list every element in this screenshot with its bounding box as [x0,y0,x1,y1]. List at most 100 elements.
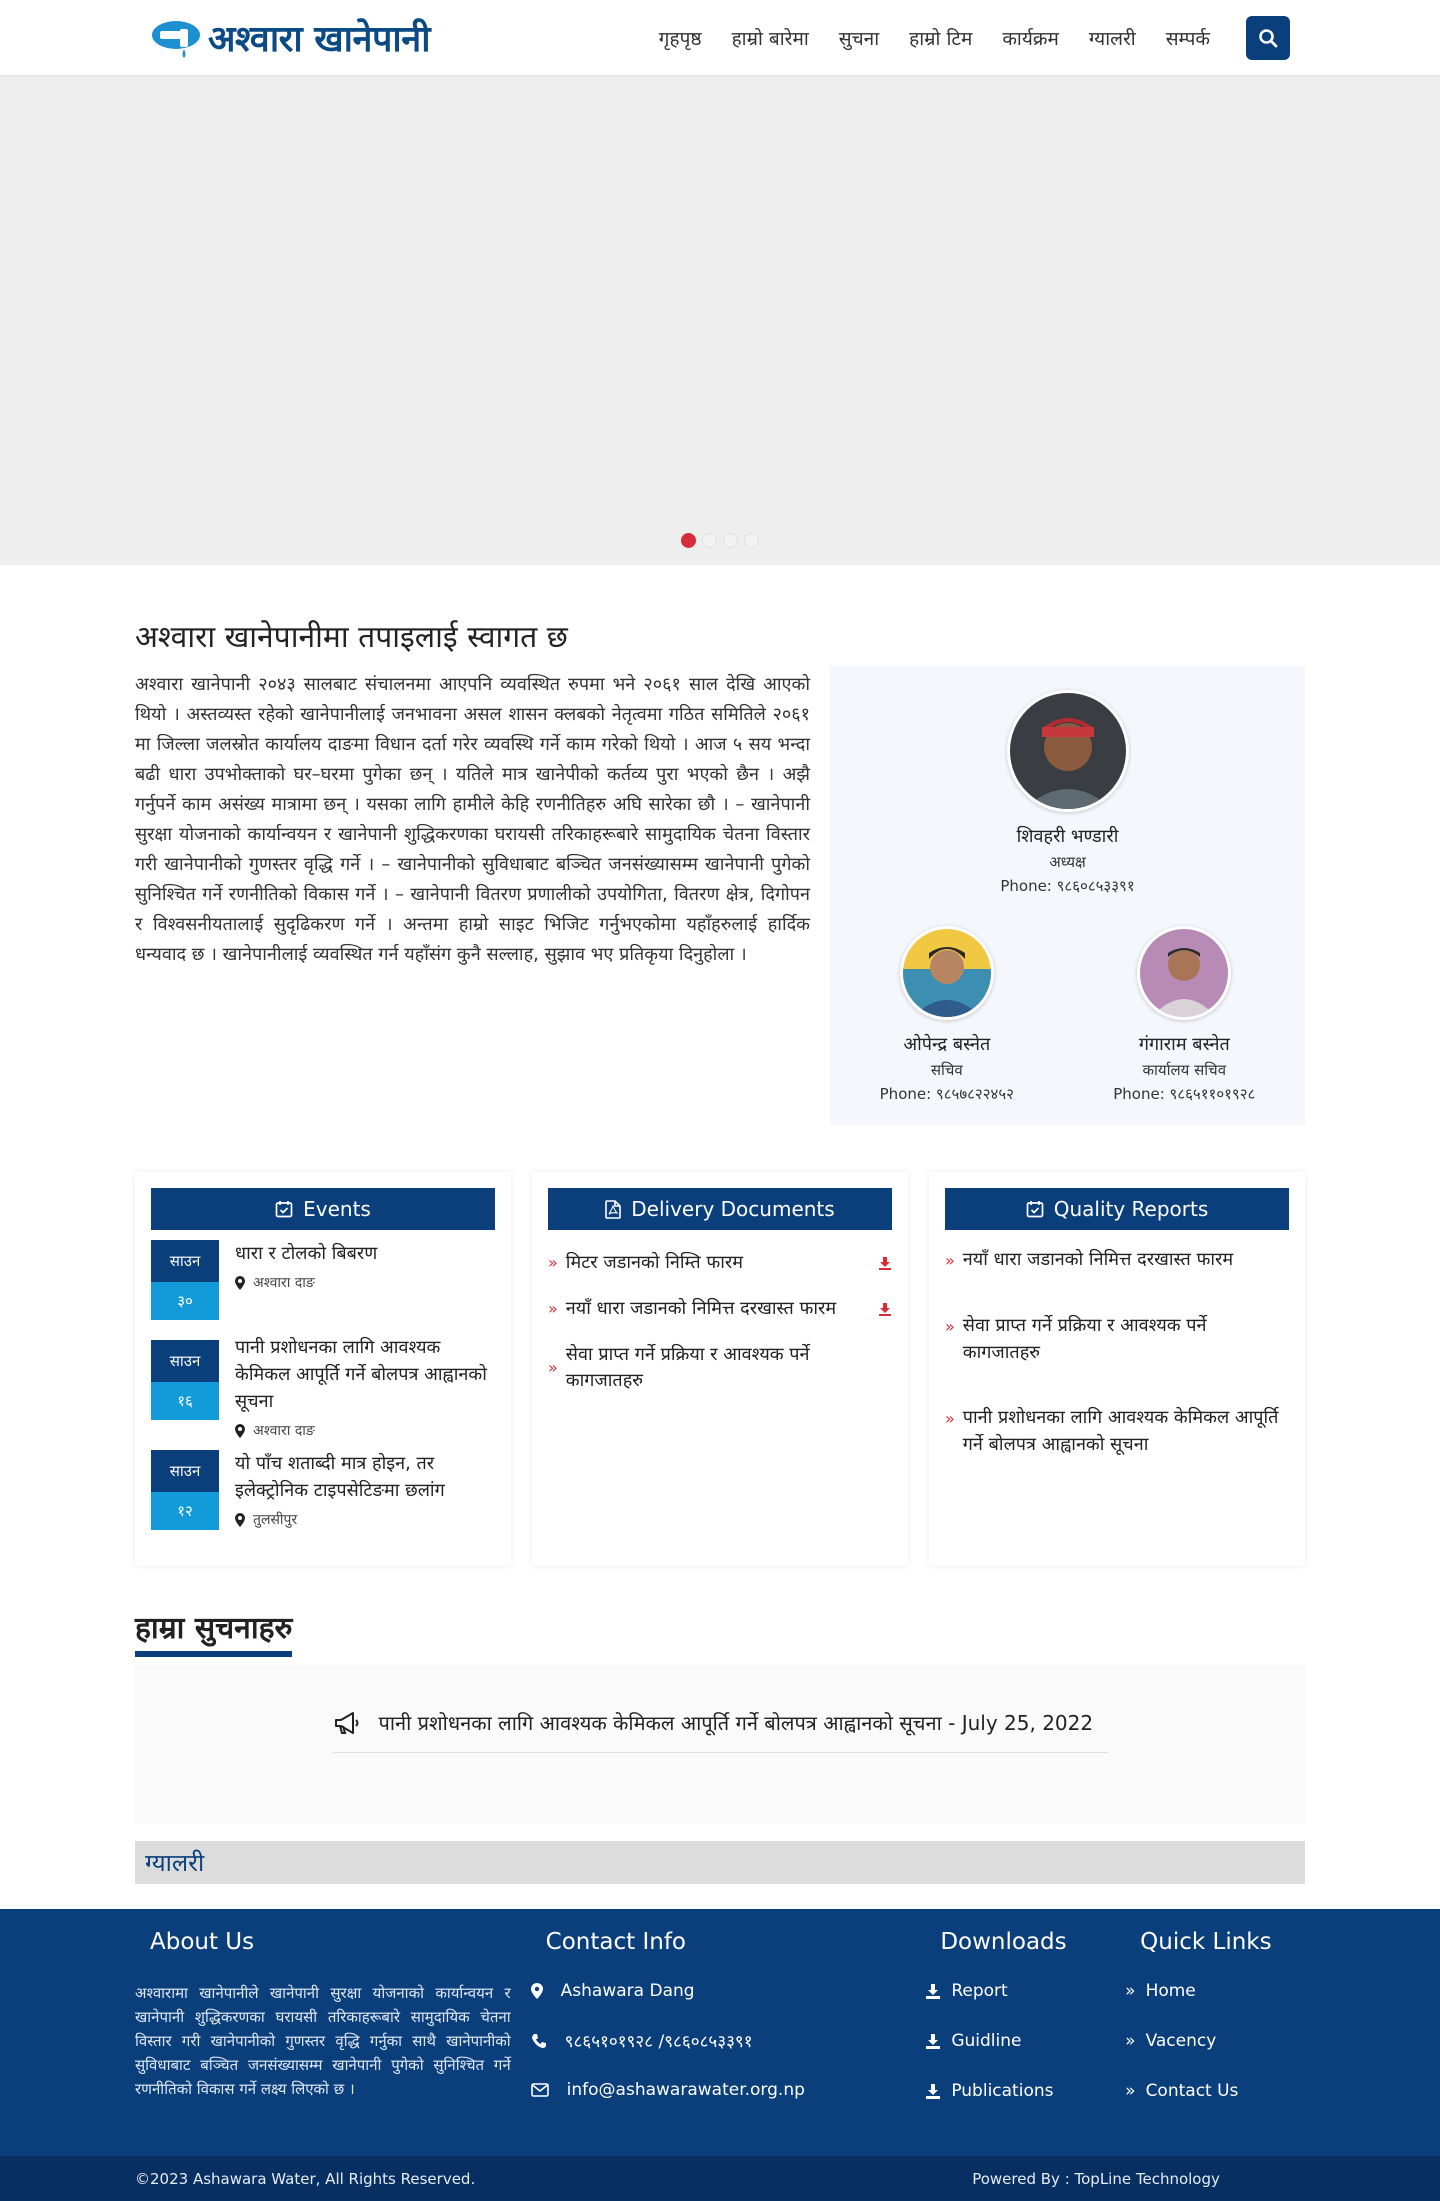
team-member-secretary: ओपेन्द्र बस्नेत सचिव Phone: ९८५७८२२४५२ [880,926,1014,1104]
avatar [1006,690,1129,812]
main-menu: गृहपृष्ठ हाम्रो बारेमा सुचना हाम्रो टिम … [659,15,1290,60]
file-pdf-icon [605,1199,622,1219]
footer-phone[interactable]: ९८६५१०१९२८ /९८६०८५३३९१ [531,2029,926,2052]
report-label: सेवा प्राप्त गर्ने प्रक्रिया र आवश्यक पर… [962,1315,1207,1363]
event-date: साउन १२ [151,1450,219,1530]
download-icon[interactable] [878,1302,892,1316]
event-day: १६ [151,1382,219,1420]
top-navbar: अश्वारा खानेपानी गृहपृष्ठ हाम्रो बारेमा … [0,0,1440,75]
footer-about-text: अश्वारामा खानेपानीले खानेपानी सुरक्षा यो… [135,1984,511,2098]
slider-dot-1[interactable] [681,533,696,548]
nav-item-home[interactable]: गृहपृष्ठ [659,25,702,51]
event-location: अश्वारा दाङ [235,1421,495,1440]
slider-dot-3[interactable] [723,533,738,548]
quality-reports-header: Quality Reports [945,1188,1289,1230]
footer-address-text: Ashawara Dang [560,1981,695,2001]
footer-email-text: info@ashawarawater.org.np [566,2080,805,2100]
event-month: साउन [151,1240,219,1282]
event-day: ३० [151,1282,219,1320]
info-columns: Events साउन ३० धारा र टोलको बिबरण अश्वार… [135,1172,1305,1566]
calendar-check-icon [1026,1201,1044,1218]
gallery-bar: ग्यालरी [135,1841,1305,1884]
event-title[interactable]: पानी प्रशोधनका लागि आवश्यक केमिकल आपूर्त… [235,1334,495,1415]
water-tap-logo-icon [152,20,200,58]
notice-text: पानी प्रशोधनका लागि आवश्यक केमिकल आपूर्त… [378,1711,1094,1735]
report-link[interactable]: » सेवा प्राप्त गर्ने प्रक्रिया र आवश्यक … [945,1312,1289,1366]
member-phone: Phone: ९८६५११०१९२८ [1113,1085,1256,1103]
search-button[interactable] [1246,15,1290,60]
nav-item-contact[interactable]: सम्पर्क [1166,25,1210,51]
footer-bottom-bar: ©2023 Ashawara Water, All Rights Reserve… [0,2156,1440,2201]
footer-quicklink-label: Contact Us [1145,2081,1239,2101]
map-marker-icon [235,1423,245,1438]
gallery-title[interactable]: ग्यालरी [145,1846,204,1879]
download-icon [926,1984,941,1999]
report-link[interactable]: » नयाँ धारा जडानको निमित्त दरखास्त फारम [945,1246,1289,1274]
nav-item-notices[interactable]: सुचना [839,25,879,51]
hero-slider [0,75,1440,565]
nav-item-about[interactable]: हाम्रो बारेमा [732,25,809,51]
quality-reports-title: Quality Reports [1053,1197,1209,1221]
events-title: Events [303,1197,371,1221]
document-link[interactable]: » नयाँ धारा जडानको निमित्त दरखास्त फारम [548,1296,892,1322]
report-link[interactable]: » पानी प्रशोधनका लागि आवश्यक केमिकल आपूर… [945,1404,1289,1458]
document-link[interactable]: » सेवा प्राप्त गर्ने प्रक्रिया र आवश्यक … [548,1342,892,1394]
map-marker-icon [235,1512,245,1527]
footer-download-link[interactable]: Report [925,1981,1125,2001]
download-icon[interactable] [878,1256,892,1270]
footer-download-label: Report [951,1981,1008,2001]
team-member-chairman: शिवहरी भण्डारी अध्यक्ष Phone: ९८६०८५३३९१ [830,690,1305,896]
document-label: मिटर जडानको निम्ति फारम [565,1252,744,1273]
delivery-documents-title: Delivery Documents [631,1197,835,1221]
site-logo[interactable]: अश्वारा खानेपानी [150,13,431,62]
footer-download-link[interactable]: Publications [925,2081,1125,2101]
member-phone: Phone: ९८६०८५३३९१ [1000,877,1135,895]
notices-box: पानी प्रशोधनका लागि आवश्यक केमिकल आपूर्त… [135,1665,1305,1824]
quality-reports-panel: Quality Reports » नयाँ धारा जडानको निमित… [929,1172,1305,1566]
event-day: १२ [151,1492,219,1530]
event-month: साउन [151,1450,219,1492]
event-item[interactable]: साउन १२ यो पाँच शताब्दी मात्र होइन, तर इ… [151,1450,495,1530]
document-label: सेवा प्राप्त गर्ने प्रक्रिया र आवश्यक पर… [565,1344,810,1391]
double-chevron-right-icon: » [548,1299,558,1318]
event-item[interactable]: साउन ३० धारा र टोलको बिबरण अश्वारा दाङ [151,1240,495,1320]
double-chevron-right-icon: » [945,1317,955,1336]
download-icon [926,2084,941,2099]
delivery-documents-header: Delivery Documents [548,1188,892,1230]
bullhorn-icon [334,1711,358,1734]
slider-dot-2[interactable] [702,533,717,548]
welcome-section: अश्वारा खानेपानीमा तपाइलाई स्वागत छ अश्व… [135,615,1305,1125]
slider-dot-4[interactable] [744,533,759,548]
avatar [1137,926,1232,1020]
footer-email[interactable]: info@ashawarawater.org.np [530,2080,926,2100]
member-name: गंगाराम बस्नेत [1138,1034,1230,1055]
event-title[interactable]: धारा र टोलको बिबरण [235,1240,377,1267]
avatar [899,926,994,1020]
event-item[interactable]: साउन १६ पानी प्रशोधनका लागि आवश्यक केमिक… [151,1334,495,1440]
footer: About Us अश्वारामा खानेपानीले खानेपानी स… [0,1909,1440,2156]
footer-quicklink[interactable]: » Contact Us [1125,2081,1305,2101]
event-title[interactable]: यो पाँच शताब्दी मात्र होइन, तर इलेक्ट्रो… [235,1450,495,1504]
team-member-office-secretary: गंगाराम बस्नेत कार्यालय सचिव Phone: ९८६५… [1113,926,1255,1104]
footer-quicklink[interactable]: » Home [1125,1981,1305,2001]
document-link[interactable]: » मिटर जडानको निम्ति फारम [548,1250,892,1276]
slider-dots [681,533,759,548]
footer-download-label: Publications [951,2081,1054,2101]
nav-item-gallery[interactable]: ग्यालरी [1089,25,1136,51]
footer-download-link[interactable]: Guidline [925,2031,1125,2051]
footer-quicklink-label: Home [1145,1981,1196,2001]
welcome-text: अश्वारा खानेपानी २०४३ सालबाट संचालनमा आए… [135,674,810,965]
nav-item-team[interactable]: हाम्रो टिम [909,25,972,51]
notices-title: हाम्रा सुचनाहरु [135,1606,293,1657]
footer-quicklinks-title: Quick Links [1140,1929,1272,1955]
event-location: तुलसीपुर [235,1510,495,1529]
report-label: नयाँ धारा जडानको निमित्त दरखास्त फारम [962,1249,1234,1270]
nav-item-programs[interactable]: कार्यक्रम [1002,25,1059,51]
notice-item[interactable]: पानी प्रशोधनका लागि आवश्यक केमिकल आपूर्त… [332,1709,1108,1753]
member-name: ओपेन्द्र बस्नेत [903,1034,991,1055]
footer-quicklink[interactable]: » Vacency [1125,2031,1305,2051]
double-chevron-right-icon: » [548,1358,558,1377]
member-role: सचिव [930,1061,963,1079]
footer-quicklinks: Quick Links » Home » Vacency » Contact U… [1125,1929,1305,2131]
member-name: शिवहरी भण्डारी [1016,826,1119,847]
